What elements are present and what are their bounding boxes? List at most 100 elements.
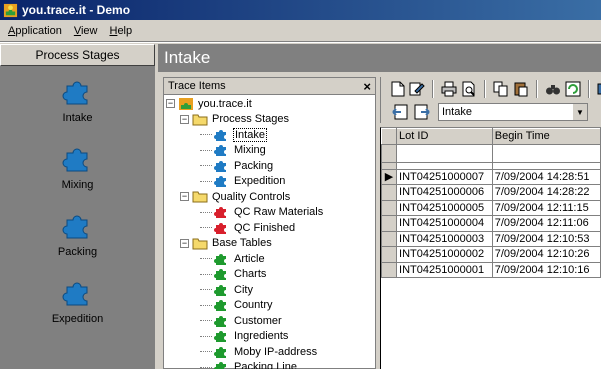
print-preview-icon[interactable] [461,80,477,98]
folder-icon [192,236,208,250]
menu-help[interactable]: Help [103,25,138,37]
tree-node[interactable]: Packing [166,158,375,174]
row-indicator[interactable] [380,246,398,263]
tree-node[interactable]: − Base Tables [166,236,375,252]
cell-lot-id[interactable]: INT04251000003 [396,230,493,247]
filter-begin-time[interactable] [491,143,601,163]
tree-node[interactable]: QC Finished [166,220,375,236]
collapse-icon[interactable]: − [180,192,189,202]
tree-node[interactable]: City [166,282,375,298]
row-indicator[interactable] [380,215,398,232]
cell-begin-time[interactable]: 7/09/2004 12:10:26 [491,246,601,263]
sidebar-item-mixing[interactable]: Mixing [0,133,155,200]
puzzle-icon [214,298,230,312]
puzzle-icon [214,329,230,343]
row-indicator[interactable] [380,184,398,201]
sidebar-header[interactable]: Process Stages [0,44,155,66]
menu-bar: Application View Help [0,21,601,40]
tree-node[interactable]: QC Raw Materials [166,205,375,221]
cell-begin-time[interactable]: 7/09/2004 14:28:51 [491,168,601,185]
cell-lot-id[interactable]: INT04251000005 [396,199,493,216]
copy-icon[interactable] [493,80,509,98]
puzzle-icon [62,148,87,172]
cell-begin-time[interactable]: 7/09/2004 12:11:15 [491,199,601,216]
tree-node[interactable]: Article [166,251,375,267]
refresh-icon[interactable] [565,80,581,98]
sidebar-item-expedition[interactable]: Expedition [0,267,155,334]
tree-node[interactable]: Intake [166,127,375,143]
table-row[interactable]: INT04251000006 7/09/2004 14:28:22 [380,184,601,201]
chevron-down-icon[interactable]: ▼ [573,104,587,120]
row-indicator[interactable] [380,261,398,278]
paste-icon[interactable] [513,80,529,98]
edit-icon[interactable] [409,80,425,98]
table-row[interactable]: ▶ INT04251000007 7/09/2004 14:28:51 [380,168,601,185]
tree-node-label: QC Raw Materials [234,206,324,219]
puzzle-icon [214,128,230,142]
menu-application[interactable]: Application [2,25,68,37]
cell-lot-id[interactable]: INT04251000006 [396,184,493,201]
export-icon[interactable] [597,80,601,98]
tree-node[interactable]: Charts [166,267,375,283]
table-row[interactable]: INT04251000002 7/09/2004 12:10:26 [380,246,601,263]
table-row[interactable]: INT04251000001 7/09/2004 12:10:16 [380,261,601,278]
table-row[interactable]: INT04251000003 7/09/2004 12:10:53 [380,230,601,247]
cell-lot-id[interactable]: INT04251000007 [396,168,493,185]
print-icon[interactable] [441,80,457,98]
row-indicator[interactable]: ▶ [380,168,398,185]
close-panel-icon[interactable]: × [363,79,371,94]
table-row[interactable]: INT04251000005 7/09/2004 12:11:15 [380,199,601,216]
filter-lot-id[interactable] [396,143,493,163]
forward-icon[interactable] [413,103,431,121]
row-indicator[interactable] [380,230,398,247]
current-row-icon: ▶ [384,171,394,184]
tree-node[interactable]: − Process Stages [166,112,375,128]
tree-node[interactable]: − you.trace.it [166,96,375,112]
tree-node[interactable]: Expedition [166,174,375,190]
window-title: you.trace.it - Demo [22,3,131,17]
folder-icon [192,112,208,126]
new-icon[interactable] [391,80,405,98]
cell-lot-id[interactable]: INT04251000001 [396,261,493,278]
sidebar-item-label: Intake [62,112,93,124]
tree-node[interactable]: Mixing [166,143,375,159]
cell-begin-time[interactable]: 7/09/2004 12:10:16 [491,261,601,278]
grid-toolbar [380,77,601,101]
menu-view[interactable]: View [68,25,104,37]
tree-node[interactable]: Ingredients [166,329,375,345]
window-titlebar[interactable]: you.trace.it - Demo [0,0,601,20]
tree-node-label: Article [234,252,265,265]
trace-items-tree: − you.trace.it − Process Stages Intake Mixing… [164,95,375,369]
sidebar-item-packing[interactable]: Packing [0,200,155,267]
puzzle-icon [214,360,230,369]
cell-begin-time[interactable]: 7/09/2004 12:11:06 [491,215,601,232]
row-indicator[interactable] [380,199,398,216]
collapse-icon[interactable]: − [180,238,189,248]
table-row[interactable]: INT04251000004 7/09/2004 12:11:06 [380,215,601,232]
sidebar-item-intake[interactable]: Intake [0,66,155,133]
cell-lot-id[interactable]: INT04251000002 [396,246,493,263]
column-header-lot-id[interactable]: Lot ID [396,128,493,145]
trace-items-header: Trace Items × [164,78,375,95]
puzzle-icon [214,345,230,359]
collapse-icon[interactable]: − [166,99,175,109]
find-icon[interactable] [545,80,561,98]
cell-begin-time[interactable]: 7/09/2004 14:28:22 [491,184,601,201]
stage-select[interactable]: Intake ▼ [438,103,588,121]
cell-lot-id[interactable]: INT04251000004 [396,215,493,232]
lot-grid-panel: Intake ▼ Lot ID Begin Time ▶ INT042510000… [380,77,601,369]
cell-begin-time[interactable]: 7/09/2004 12:10:53 [491,230,601,247]
collapse-icon[interactable]: − [180,114,189,124]
tree-node[interactable]: − Quality Controls [166,189,375,205]
tree-node-label: Base Tables [212,237,272,250]
tree-node[interactable]: Moby IP-address [166,344,375,360]
back-icon[interactable] [391,103,409,121]
tree-node[interactable]: Customer [166,313,375,329]
puzzle-icon [62,282,87,306]
tree-node-label: Moby IP-address [234,345,318,358]
column-header-begin-time[interactable]: Begin Time [491,128,601,145]
tree-node[interactable]: Packing Line [166,360,375,369]
tree-node-label: QC Finished [234,221,296,234]
trace-items-panel: Trace Items × − you.trace.it − Process Stag… [163,77,376,369]
tree-node[interactable]: Country [166,298,375,314]
